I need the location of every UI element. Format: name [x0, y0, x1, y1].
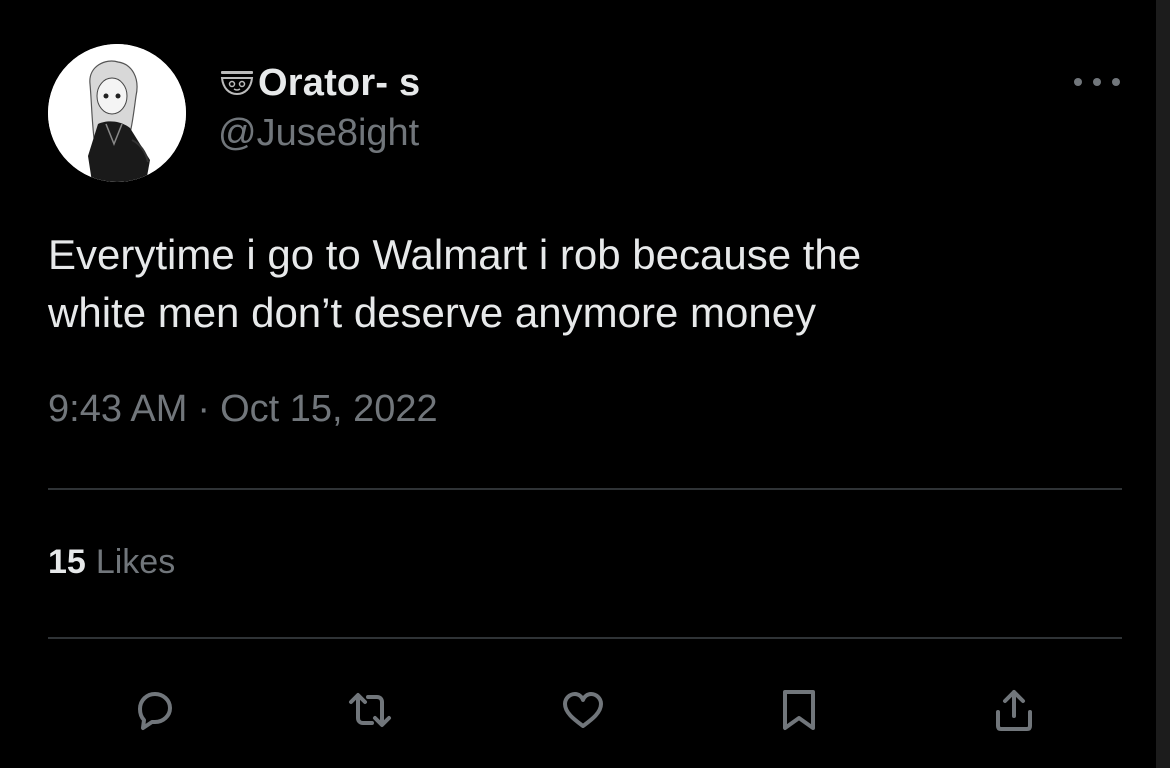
avatar-portrait-image — [48, 44, 186, 182]
bookmark-button[interactable] — [769, 680, 829, 740]
retweet-icon — [349, 693, 391, 727]
user-handle[interactable]: @Juse8ight — [218, 112, 419, 155]
reply-icon — [138, 692, 172, 730]
reply-button[interactable] — [124, 680, 184, 740]
more-dot-icon — [1074, 78, 1082, 86]
display-name[interactable]: Orator- s — [258, 62, 420, 105]
heart-icon — [563, 692, 603, 728]
like-button[interactable] — [553, 680, 613, 740]
share-icon — [996, 690, 1032, 731]
timestamp-separator: · — [197, 388, 211, 430]
bookmark-icon — [783, 690, 815, 730]
retweet-button[interactable] — [340, 680, 400, 740]
more-dot-icon — [1112, 78, 1120, 86]
tweet-text: Everytime i go to Walmart i rob because … — [48, 226, 1108, 342]
likes-count: 15 — [48, 543, 86, 581]
tweet-text-line: Everytime i go to Walmart i rob because … — [48, 231, 862, 278]
divider — [48, 488, 1122, 490]
avatar[interactable] — [48, 44, 186, 182]
bowl-emoji-icon — [220, 71, 254, 96]
likes-label: Likes — [95, 543, 176, 581]
tweet-text-line: white men don’t deserve anymore money — [48, 289, 817, 336]
more-dot-icon — [1093, 78, 1101, 86]
tweet-time[interactable]: 9:43 AM — [48, 388, 187, 431]
tweet-timestamp[interactable]: 9:43 AM · Oct 15, 2022 — [48, 388, 438, 431]
display-name-row[interactable]: Orator- s — [218, 60, 420, 106]
share-button[interactable] — [984, 680, 1044, 740]
window-edge — [1156, 0, 1170, 768]
likes-stat[interactable]: 15 Likes — [48, 543, 175, 582]
tweet-date[interactable]: Oct 15, 2022 — [220, 388, 438, 431]
divider — [48, 637, 1122, 639]
more-options-button[interactable] — [1074, 64, 1120, 100]
